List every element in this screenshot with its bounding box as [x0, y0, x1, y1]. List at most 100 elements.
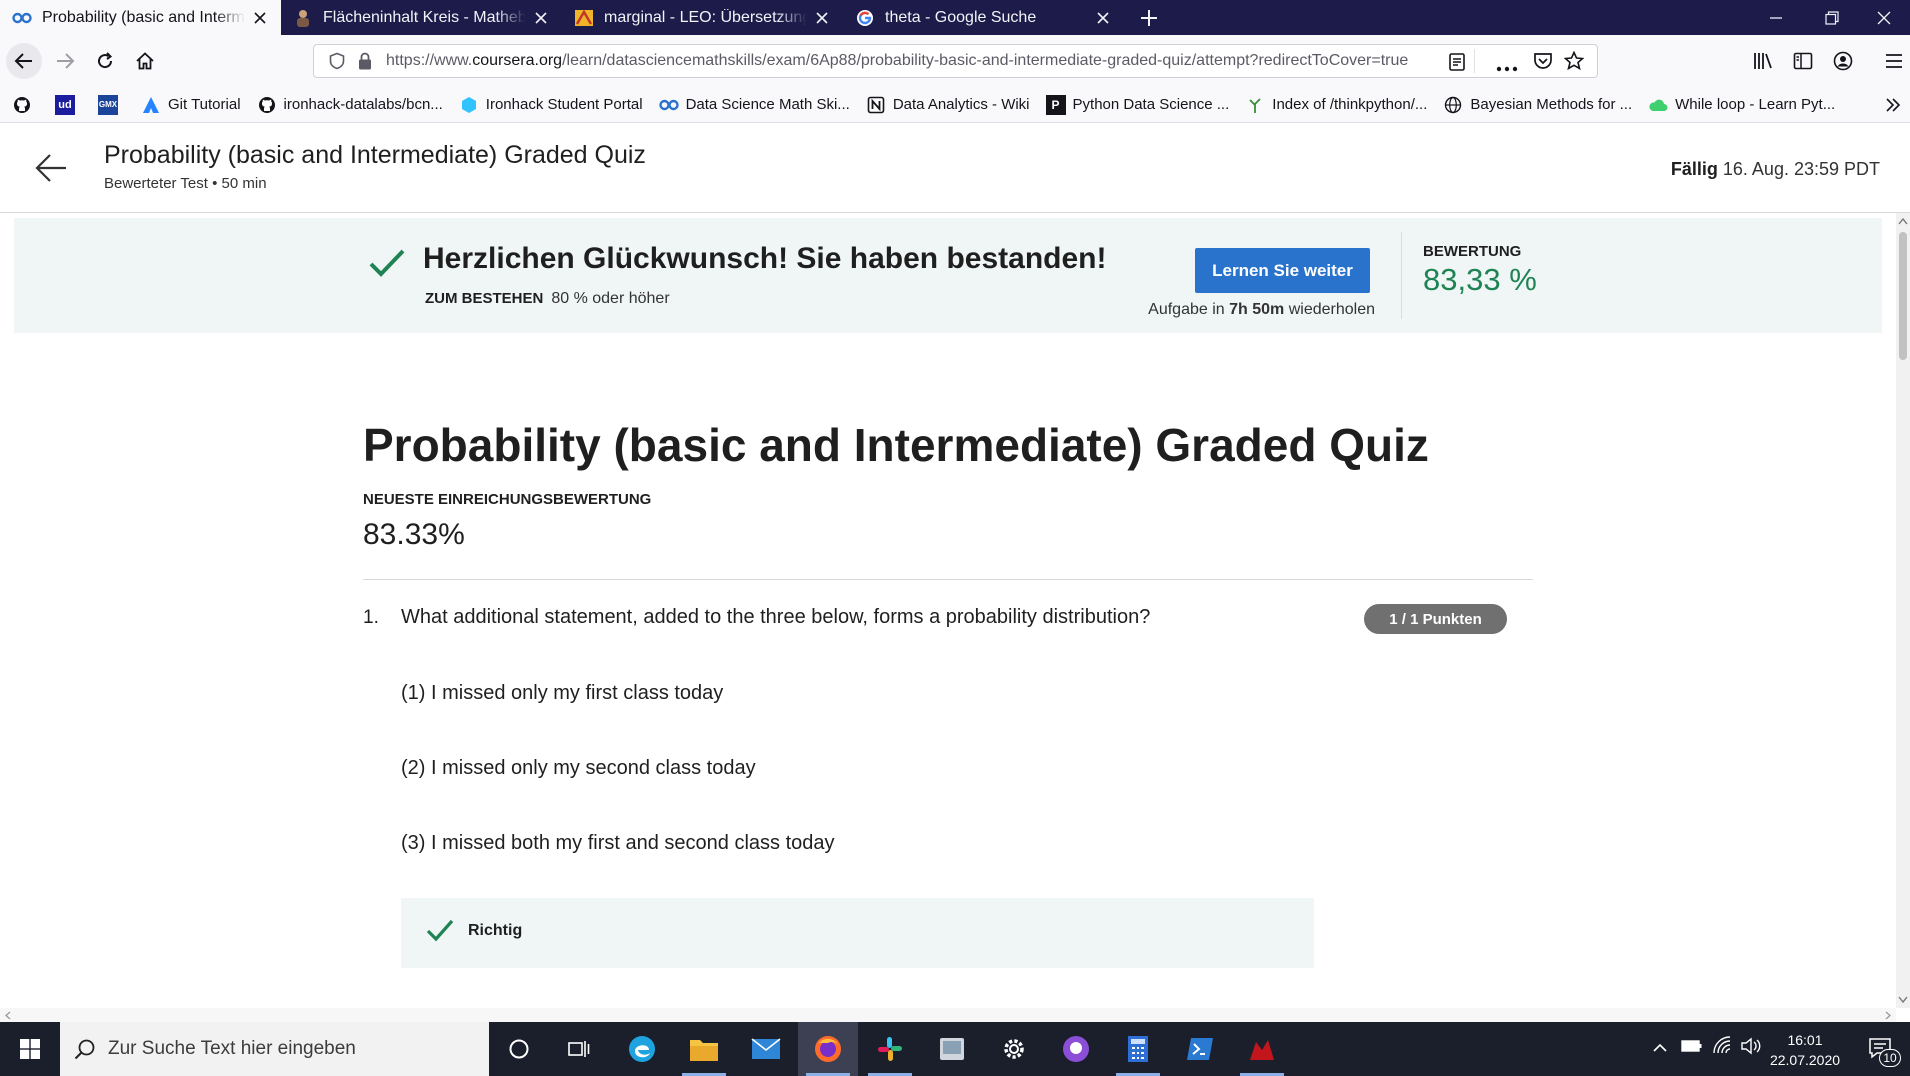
continue-learning-button[interactable]: Lernen Sie weiter	[1195, 248, 1370, 293]
github-icon	[257, 95, 277, 115]
close-icon[interactable]	[1094, 9, 1112, 27]
taskbar-search[interactable]: Zur Suche Text hier eingeben	[60, 1022, 489, 1076]
search-placeholder: Zur Suche Text hier eingeben	[108, 1038, 356, 1059]
bookmark-gmx[interactable]: GMX	[98, 94, 125, 115]
slack-icon	[878, 1037, 902, 1061]
taskbar-powershell[interactable]	[1170, 1022, 1230, 1076]
gmx-icon: GMX	[98, 94, 118, 115]
taskbar-settings[interactable]	[984, 1022, 1044, 1076]
browser-window: Probability (basic and Intermed Flächeni…	[0, 0, 1910, 1076]
back-arrow-icon[interactable]	[34, 153, 68, 188]
bookmark-github[interactable]	[12, 95, 39, 115]
notification-count: 10	[1879, 1049, 1901, 1067]
page-subtitle: Bewerteter Test • 50 min	[104, 175, 267, 192]
bookmark-ironhack-portal[interactable]: Ironhack Student Portal	[459, 95, 643, 115]
bookmark-data-analytics-wiki[interactable]: Data Analytics - Wiki	[866, 95, 1030, 115]
vertical-scroll-thumb[interactable]	[1899, 232, 1907, 360]
statement-2: (2) I missed only my second class today	[401, 757, 756, 779]
new-tab-button[interactable]	[1124, 0, 1174, 35]
atlassian-icon	[141, 95, 161, 115]
hamburger-icon	[1886, 54, 1902, 68]
scroll-right-icon[interactable]	[1884, 1011, 1892, 1020]
cortana-icon	[509, 1039, 529, 1059]
grade-label: BEWERTUNG	[1423, 243, 1522, 260]
pocket-icon[interactable]	[1533, 52, 1553, 75]
taskbar-app[interactable]	[922, 1022, 982, 1076]
tab-leo[interactable]: marginal - LEO: Übersetzung im	[562, 0, 843, 35]
close-icon	[1877, 11, 1891, 24]
wifi-icon[interactable]	[1712, 1036, 1734, 1059]
tab-bar: Probability (basic and Intermed Flächeni…	[0, 0, 1910, 35]
lock-icon[interactable]	[356, 51, 374, 76]
url-prefix: https://www.	[386, 52, 473, 69]
start-button[interactable]	[0, 1022, 60, 1076]
bookmark-udemy[interactable]: ud	[55, 94, 82, 115]
taskbar-firefox[interactable]	[798, 1022, 858, 1076]
clock-time: 16:01	[1787, 1032, 1823, 1048]
bookmark-python-data-science[interactable]: P Python Data Science ...	[1045, 94, 1229, 115]
tab-coursera[interactable]: Probability (basic and Intermed	[0, 0, 281, 35]
retry-info: Aufgabe in 7h 50m wiederholen	[1145, 301, 1375, 319]
home-button[interactable]	[127, 43, 163, 79]
taskbar: Zur Suche Text hier eingeben 16:01 22.07…	[0, 1022, 1910, 1076]
calculator-icon	[1128, 1036, 1148, 1062]
more-actions-icon[interactable]	[1496, 59, 1518, 77]
url-text[interactable]: https://www.coursera.org/learn/datascien…	[386, 52, 1436, 70]
bookmark-git-tutorial[interactable]: Git Tutorial	[141, 95, 241, 115]
scroll-up-icon[interactable]	[1898, 217, 1908, 225]
restore-button[interactable]	[1804, 0, 1860, 35]
library-button[interactable]	[1745, 43, 1781, 79]
url-bar[interactable]: https://www.coursera.org/learn/datascien…	[313, 44, 1598, 78]
task-view-button[interactable]	[549, 1022, 609, 1076]
shield-icon[interactable]	[328, 52, 346, 75]
bookmark-bayesian-methods[interactable]: Bayesian Methods for ...	[1443, 95, 1632, 115]
sidebar-button[interactable]	[1785, 43, 1821, 79]
menu-button[interactable]	[1876, 43, 1910, 79]
bookmark-thinkpython[interactable]: Index of /thinkpython/...	[1245, 95, 1427, 115]
close-icon[interactable]	[532, 9, 550, 27]
chevron-up-icon[interactable]	[1652, 1041, 1668, 1059]
taskbar-file-explorer[interactable]	[674, 1022, 734, 1076]
clock[interactable]: 16:01 22.07.2020	[1760, 1030, 1850, 1070]
forward-button[interactable]	[47, 43, 83, 79]
scroll-left-icon[interactable]	[4, 1011, 12, 1020]
reload-button[interactable]	[87, 43, 123, 79]
url-path: /learn/datasciencemathskills/exam/6Ap88/…	[562, 52, 1409, 69]
taskbar-app-red[interactable]	[1232, 1022, 1292, 1076]
quiz-title: Probability (basic and Intermediate) Gra…	[363, 419, 1429, 471]
tab-google[interactable]: theta - Google Suche	[843, 0, 1124, 35]
taskbar-calculator[interactable]	[1108, 1022, 1168, 1076]
latest-submission-value: 83.33%	[363, 518, 465, 551]
horizontal-scrollbar[interactable]	[0, 1008, 1896, 1022]
coursera-icon	[12, 8, 32, 28]
bookmark-data-science-math[interactable]: Data Science Math Ski...	[658, 95, 850, 115]
reader-view-icon[interactable]	[1448, 52, 1466, 77]
sidebar-icon	[1793, 52, 1813, 70]
firefox-icon	[815, 1036, 841, 1062]
retry-time: 7h 50m	[1229, 301, 1285, 318]
powershell-icon	[1187, 1038, 1213, 1060]
account-button[interactable]	[1825, 43, 1861, 79]
page-title: Probability (basic and Intermediate) Gra…	[104, 141, 646, 169]
edge-icon	[629, 1036, 655, 1062]
battery-icon[interactable]	[1681, 1039, 1703, 1058]
tab-mathebibel[interactable]: Flächeninhalt Kreis - Mathebibel	[281, 0, 562, 35]
tab-title: marginal - LEO: Übersetzung im	[604, 8, 807, 26]
scroll-down-icon[interactable]	[1898, 996, 1908, 1004]
volume-icon[interactable]	[1740, 1037, 1762, 1060]
taskbar-edge[interactable]	[612, 1022, 672, 1076]
taskbar-github-desktop[interactable]	[1046, 1022, 1106, 1076]
minimize-button[interactable]	[1748, 0, 1804, 35]
star-icon[interactable]	[1563, 50, 1585, 76]
retry-suffix: wiederholen	[1288, 301, 1375, 318]
taskbar-mail[interactable]	[736, 1022, 796, 1076]
close-icon[interactable]	[813, 9, 831, 27]
window-close-button[interactable]	[1856, 0, 1910, 35]
chevron-right-icon[interactable]	[1884, 96, 1902, 118]
cortana-button[interactable]	[489, 1022, 549, 1076]
bookmark-while-loop[interactable]: While loop - Learn Pyt...	[1648, 95, 1835, 115]
close-icon[interactable]	[251, 9, 269, 27]
taskbar-slack[interactable]	[860, 1022, 920, 1076]
bookmark-ironhack-datalabs[interactable]: ironhack-datalabs/bcn...	[257, 95, 443, 115]
back-button[interactable]	[6, 43, 42, 79]
